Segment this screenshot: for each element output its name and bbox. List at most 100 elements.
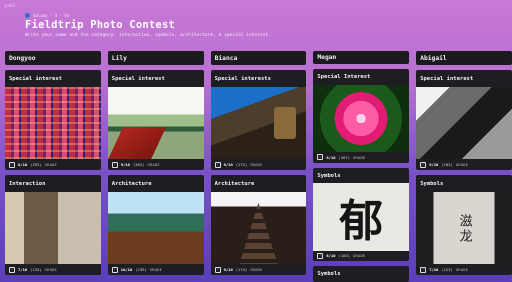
score: 8/10 (18, 162, 28, 167)
column-megan: Megan Special Interest ✓ 9/10 (367) GRAD… (313, 51, 410, 282)
grade-button[interactable]: GRADE (45, 267, 57, 272)
post-card[interactable]: Special interests ✓ 9/10 (272) GRADE (210, 70, 307, 170)
post-card[interactable]: Symbols (313, 266, 410, 282)
vote-count: (133) (30, 267, 42, 272)
vote-count: (367) (338, 154, 350, 160)
grade-button[interactable]: GRADE (353, 155, 365, 160)
score: 9/10 (120, 162, 130, 167)
calligraphy-glyph: 郁 (339, 196, 384, 248)
vote-count: (183) (338, 253, 350, 259)
card-category: Special Interest (317, 74, 371, 81)
card-category: Special interest (9, 75, 62, 82)
post-card[interactable]: Special interest ✓ 9/10 (303) GRADE (107, 70, 204, 170)
score: 9/10 (223, 162, 233, 167)
post-card[interactable]: Architecture ✓ 9/10 (174) GRADE (210, 175, 307, 275)
grade-button[interactable]: GRADE (45, 162, 57, 167)
card-category: Interaction (9, 180, 46, 187)
column-header[interactable]: Lily (107, 51, 204, 65)
grade-button[interactable]: GRADE (250, 267, 262, 272)
grade-button[interactable]: GRADE (147, 162, 159, 167)
vote-count: (293) (30, 162, 42, 167)
card-category: Symbols (317, 271, 341, 278)
check-icon[interactable]: ✓ (9, 266, 15, 273)
post-card[interactable]: Special interest ✓ 9/10 (105) GRADE (416, 70, 512, 170)
card-category: Special interest (420, 75, 474, 82)
card-footer: ✓ 7/10 (123) GRADE (416, 264, 512, 275)
vote-count: (174) (235, 267, 248, 272)
post-card[interactable]: Special interest ✓ 8/10 (293) GRADE (5, 70, 101, 170)
check-icon[interactable]: ✓ (214, 266, 221, 273)
card-category: Symbols (317, 172, 341, 179)
vote-count: (272) (235, 162, 248, 167)
post-card[interactable]: Interaction ✓ 7/10 (133) GRADE (5, 175, 101, 275)
board-columns: Dongyoo Special interest ✓ 8/10 (293) GR… (5, 51, 512, 282)
temple-photo[interactable] (210, 87, 307, 159)
vote-count: (239) (135, 267, 147, 272)
card-footer: ✓ 9/10 (272) GRADE (211, 159, 307, 170)
lily-flower-photo[interactable] (313, 84, 410, 153)
brand-logo: jodel (4, 3, 17, 8)
card-category: Special interest (111, 75, 165, 82)
check-icon[interactable]: ✓ (214, 161, 221, 168)
column-header[interactable]: Abigail (416, 51, 512, 65)
post-card[interactable]: Special Interest ✓ 9/10 (367) GRADE (313, 69, 410, 163)
vote-count: (123) (441, 267, 453, 272)
card-category: Architecture (214, 180, 255, 187)
meta-text: Galaxy · 3 · 4h (33, 13, 70, 18)
check-icon[interactable]: ✓ (111, 266, 118, 273)
check-icon[interactable]: ✓ (317, 154, 324, 161)
check-icon[interactable]: ✓ (9, 161, 15, 168)
column-abigail: Abigail Special interest ✓ 9/10 (105) GR… (416, 51, 512, 282)
column-lily: Lily Special interest ✓ 9/10 (303) GRADE… (107, 51, 204, 282)
card-footer: ✓ 8/10 (183) GRADE (313, 251, 409, 261)
card-category: Special interests (214, 75, 271, 82)
post-meta: Galaxy · 3 · 4h (25, 13, 69, 18)
check-icon[interactable]: ✓ (420, 266, 427, 273)
column-header[interactable]: Bianca (210, 51, 307, 65)
check-icon[interactable]: ✓ (420, 161, 427, 168)
card-footer: ✓ 9/10 (105) GRADE (416, 159, 512, 170)
alley-photo[interactable] (5, 192, 101, 264)
card-category: Symbols (420, 180, 444, 187)
column-header[interactable]: Dongyoo (5, 51, 101, 65)
stone-inscription-photo[interactable]: 滋龙 (416, 192, 512, 264)
vote-count: (105) (441, 162, 453, 167)
avatar[interactable] (25, 13, 30, 18)
grade-button[interactable]: GRADE (456, 162, 468, 167)
grade-button[interactable]: GRADE (353, 253, 365, 258)
score: 9/10 (326, 154, 336, 160)
card-footer: ✓ 9/10 (174) GRADE (211, 264, 307, 275)
column-bianca: Bianca Special interests ✓ 9/10 (272) GR… (210, 51, 307, 282)
score: 8/10 (326, 253, 336, 259)
grade-button[interactable]: GRADE (456, 267, 468, 272)
vote-count: (303) (132, 162, 145, 167)
check-icon[interactable]: ✓ (317, 252, 324, 259)
post-card[interactable]: Architecture ✓ 10/10 (239) GRADE (107, 175, 204, 275)
fabric-photo[interactable] (5, 87, 101, 159)
grade-button[interactable]: GRADE (250, 162, 262, 167)
column-header[interactable]: Megan (313, 51, 410, 65)
lake-bridge-photo[interactable] (107, 87, 204, 159)
score: 7/10 (429, 267, 439, 272)
score: 7/10 (18, 267, 28, 272)
page-subtitle: Write your name and the category: intera… (25, 33, 272, 38)
page-title: Fieldtrip Photo Contest (25, 19, 175, 31)
inscription-glyph: 滋龙 (456, 214, 472, 245)
bw-photo[interactable] (416, 87, 512, 159)
card-category: Architecture (111, 180, 152, 187)
post-card[interactable]: Symbols 滋龙 ✓ 7/10 (123) GRADE (416, 175, 512, 275)
card-footer: ✓ 9/10 (303) GRADE (108, 159, 204, 170)
check-icon[interactable]: ✓ (111, 161, 118, 168)
card-footer: ✓ 8/10 (293) GRADE (5, 159, 101, 170)
score: 9/10 (429, 162, 439, 167)
column-dongyoo: Dongyoo Special interest ✓ 8/10 (293) GR… (5, 51, 101, 282)
card-footer: ✓ 10/10 (239) GRADE (108, 264, 204, 275)
pagoda-roof-photo[interactable] (107, 192, 204, 264)
score: 9/10 (223, 267, 233, 272)
tower-photo[interactable] (210, 192, 307, 264)
post-card[interactable]: Symbols 郁 ✓ 8/10 (183) GRADE (313, 167, 410, 262)
score: 10/10 (120, 267, 133, 272)
grade-button[interactable]: GRADE (150, 267, 162, 272)
card-footer: ✓ 7/10 (133) GRADE (5, 264, 101, 275)
calligraphy-photo[interactable]: 郁 (313, 183, 410, 251)
